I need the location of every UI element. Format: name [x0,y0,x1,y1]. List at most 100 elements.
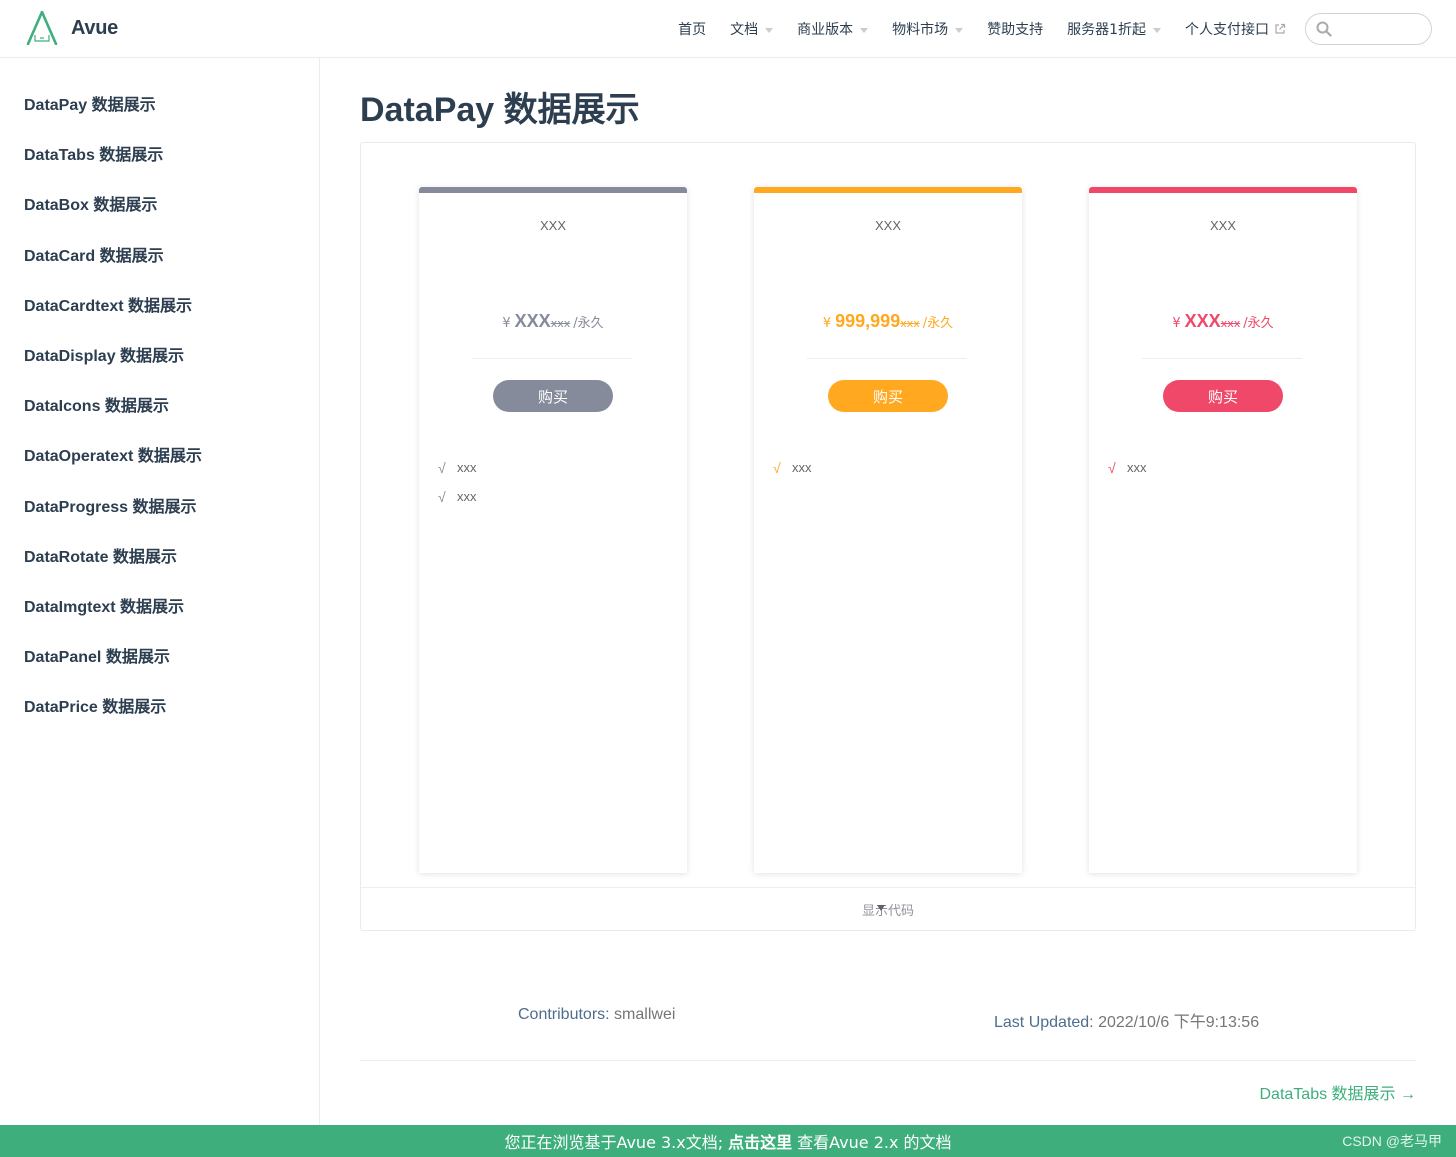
card-color-bar [1089,187,1357,193]
sidebar-item-dataoperatext[interactable]: DataOperatext 数据展示 [0,445,319,495]
nav-label: 物料市场 [892,22,949,38]
feature-item: √ xxx [773,453,812,482]
sidebar: DataPay 数据展示 DataTabs 数据展示 DataBox 数据展示 … [0,58,320,1126]
banner-prefix: 您正在浏览基于Avue 3.x文档; [504,1133,724,1152]
nav-label: 个人支付接口 [1185,22,1269,38]
price-card: XXX ¥ XXXxxx/永久 购买 √ xxx √ xxx [419,187,687,873]
buy-button[interactable]: 购买 [828,380,948,412]
card-divider [472,358,632,359]
last-updated: Last Updated: 2022/10/6 下午9:13:56 [994,1008,1259,1032]
last-updated-label: Last Updated: [994,1014,1094,1031]
original-price: xxx [900,317,920,330]
check-icon: √ [1108,459,1116,476]
card-color-bar [754,187,1022,193]
sidebar-item-databox[interactable]: DataBox 数据展示 [0,194,319,244]
nav-item-market[interactable]: 物料市场 [892,19,964,39]
sidebar-item-datatabs[interactable]: DataTabs 数据展示 [0,144,319,194]
card-title: XXX [539,218,566,233]
check-icon: √ [773,459,781,476]
price-row: ¥999,999xxx/永久 [754,311,1022,332]
price-amount: XXX [514,311,551,331]
original-price: xxx [550,317,571,330]
price-card: XXX ¥ XXXxxx/永久 购买 √ xxx [1089,187,1357,873]
check-icon: √ [438,488,446,505]
caret-down-icon [860,27,869,33]
price-amount: XXX [1184,311,1221,331]
nav-item-home[interactable]: 首页 [678,19,706,39]
caret-down-icon [955,27,964,33]
nav-item-server[interactable]: 服务器1折起 [1067,19,1161,39]
page-title: DataPay 数据展示 [360,91,640,129]
price-unit: /永久 [573,316,604,331]
site-name: Avue [71,16,118,39]
currency-symbol: ¥ [822,316,832,331]
sidebar-item-dataicons[interactable]: DataIcons 数据展示 [0,395,319,445]
show-code-toggle[interactable]: 显示代码 [361,887,1415,930]
nav-item-sponsor[interactable]: 赞助支持 [987,19,1043,39]
sidebar-item-datapay[interactable]: DataPay 数据展示 [0,94,319,144]
card-title: XXX [1209,218,1236,233]
navbar: Avue 首页 文档 商业版本 物料市场 赞助支持 服务器1折起 个人支付接口 [0,0,1456,58]
feature-item: √ xxx [438,482,477,511]
nav-label: 文档 [730,22,759,38]
currency-symbol: ¥ [1172,316,1181,331]
version-banner: 您正在浏览基于Avue 3.x文档; 点击这里 查看Avue 2.x 的文档 [0,1125,1456,1157]
price-unit: /永久 [922,316,954,331]
price-row: ¥ XXXxxx/永久 [1089,311,1357,332]
caret-down-icon [765,27,774,33]
sidebar-item-datacardtext[interactable]: DataCardtext 数据展示 [0,295,319,345]
search-input[interactable] [1340,18,1426,40]
show-code-label: 显示代码 [861,903,914,919]
feature-text: xxx [457,489,477,504]
nav-label: 商业版本 [797,22,854,38]
caret-down-icon [1153,27,1161,33]
watermark: CSDN @老马甲 [1342,1133,1442,1149]
sidebar-list: DataPay 数据展示 DataTabs 数据展示 DataBox 数据展示 … [0,58,319,746]
feature-text: xxx [792,460,812,475]
banner-link[interactable]: 点击这里 [728,1129,792,1153]
last-updated-value: 2022/10/6 下午9:13:56 [1098,1014,1260,1031]
nav-label: 赞助支持 [987,22,1044,38]
card-divider [1142,358,1302,359]
sidebar-item-datacard[interactable]: DataCard 数据展示 [0,245,319,295]
price-amount: 999,999 [835,311,901,331]
sidebar-item-dataprice[interactable]: DataPrice 数据展示 [0,696,319,746]
sidebar-item-dataprogress[interactable]: DataProgress 数据展示 [0,496,319,546]
demo-block: XXX ¥ XXXxxx/永久 购买 √ xxx √ xxx XXX ¥999,999… [360,142,1416,931]
search-box[interactable] [1305,13,1432,45]
currency-symbol: ¥ [502,316,511,331]
external-link-icon [1275,23,1286,34]
nav-label: 服务器1折起 [1067,22,1146,38]
nav-item-payment[interactable]: 个人支付接口 [1185,19,1286,39]
sidebar-item-dataimgtext[interactable]: DataImgtext 数据展示 [0,596,319,646]
feature-text: xxx [1127,460,1147,475]
feature-item: √ xxx [438,453,477,482]
search-icon [1316,21,1332,37]
nav-item-commercial[interactable]: 商业版本 [797,19,869,39]
nav-label: 首页 [678,22,707,38]
card-color-bar [419,187,687,193]
feature-list: √ xxx [1108,453,1147,482]
card-title: XXX [874,218,901,233]
sidebar-item-datapanel[interactable]: DataPanel 数据展示 [0,646,319,696]
feature-item: √ xxx [1108,453,1147,482]
buy-button[interactable]: 购买 [493,380,613,412]
price-unit: /永久 [1243,316,1274,331]
price-row: ¥ XXXxxx/永久 [419,311,687,332]
card-divider [807,358,967,359]
avue-logo-icon [26,11,58,45]
sidebar-item-datadisplay[interactable]: DataDisplay 数据展示 [0,345,319,395]
site-logo[interactable]: Avue [26,11,118,45]
contributors-label: Contributors: [518,1006,610,1023]
sidebar-item-datarotate[interactable]: DataRotate 数据展示 [0,546,319,596]
price-card: XXX ¥999,999xxx/永久 购买 √ xxx [754,187,1022,873]
nav-links: 首页 文档 商业版本 物料市场 赞助支持 服务器1折起 个人支付接口 [654,0,1286,58]
buy-button[interactable]: 购买 [1163,380,1283,412]
feature-text: xxx [457,460,477,475]
nav-item-docs[interactable]: 文档 [730,19,774,39]
banner-suffix: 查看Avue 2.x 的文档 [797,1133,952,1152]
check-icon: √ [438,459,446,476]
feature-list: √ xxx [773,453,812,482]
contributors-value: smallwei [614,1006,676,1023]
next-page-link[interactable]: DataTabs 数据展示 → [1260,1080,1417,1104]
